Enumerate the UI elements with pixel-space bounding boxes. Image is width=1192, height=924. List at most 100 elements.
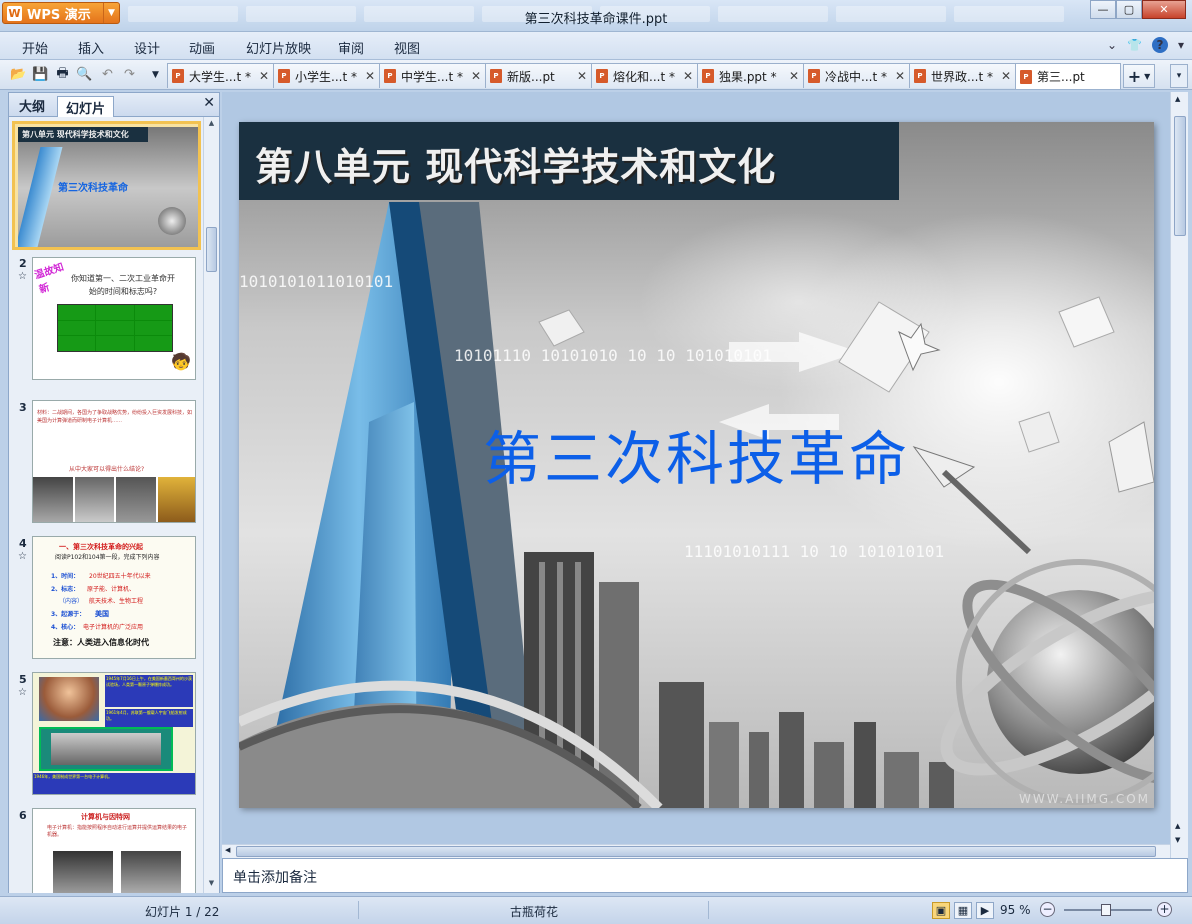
close-button[interactable]: ✕ xyxy=(1142,0,1186,19)
close-tab-icon[interactable]: ✕ xyxy=(1001,69,1011,83)
tab-slides[interactable]: 幻灯片 xyxy=(57,96,115,117)
next-slide-icon[interactable]: ▼ xyxy=(1175,836,1180,844)
editor-horizontal-scrollbar[interactable]: ◀ xyxy=(222,844,1170,858)
close-tab-icon[interactable]: ✕ xyxy=(895,69,905,83)
slide-title[interactable]: 第三次科技革命 xyxy=(239,412,1154,496)
prev-slide-icon[interactable]: ▲ xyxy=(1175,822,1180,830)
slide-thumbnail-1[interactable]: 第八单元 现代科学技术和文化 第三次科技革命 xyxy=(12,121,201,250)
print-preview-icon[interactable]: 🔍 xyxy=(76,66,93,83)
menu-slideshow[interactable]: 幻灯片放映 xyxy=(246,38,311,57)
zoom-in-button[interactable]: + xyxy=(1157,902,1172,917)
ppt-file-icon: P xyxy=(384,69,396,83)
scroll-thumb[interactable] xyxy=(206,227,217,272)
scroll-up-icon[interactable]: ▲ xyxy=(206,119,217,131)
atomic-cloud-image xyxy=(39,677,99,721)
animation-star-icon: ☆ xyxy=(18,551,27,562)
thumb4-heading: 一、第三次科技革命的兴起 xyxy=(59,543,143,551)
scroll-down-icon[interactable]: ▼ xyxy=(206,879,217,891)
menu-design[interactable]: 设计 xyxy=(134,38,160,57)
menu-animation[interactable]: 动画 xyxy=(189,38,215,57)
close-tab-icon[interactable]: ✕ xyxy=(471,69,481,83)
ppt-file-icon: P xyxy=(914,69,926,83)
zoom-slider-handle[interactable] xyxy=(1100,904,1111,916)
ppt-file-icon: P xyxy=(278,69,290,83)
open-folder-icon[interactable]: 📂 xyxy=(10,66,27,83)
slide-number: 6 xyxy=(19,809,27,822)
scroll-left-icon[interactable]: ◀ xyxy=(225,846,230,854)
slide-number: 2 xyxy=(19,257,27,270)
ribbon-collapse-icon[interactable]: ⌄ xyxy=(1107,38,1117,52)
doc-tab[interactable]: P 熔化和...t * ✕ xyxy=(591,63,698,88)
help-icon[interactable]: ? xyxy=(1151,37,1168,53)
slide-sorter-button[interactable]: ▦ xyxy=(954,902,972,919)
doc-tab[interactable]: P 独果.ppt * ✕ xyxy=(697,63,804,88)
normal-view-button[interactable]: ▣ xyxy=(932,902,950,919)
slide-header-text: 第八单元 现代科学技术和文化 xyxy=(255,145,777,189)
editor-vertical-scrollbar[interactable]: ▲ ▲ ▼ xyxy=(1170,92,1188,858)
menu-review[interactable]: 审阅 xyxy=(338,38,364,57)
thumb6-title: 计算机与因特网 xyxy=(81,813,130,821)
thumb3-text: 材料：二战期间，各国为了争取战略优势，纷纷投入巨资发展科技，如美国为计算弹道而研… xyxy=(37,410,193,424)
doc-tab[interactable]: P 小学生...t * ✕ xyxy=(273,63,380,88)
close-tab-icon[interactable]: ✕ xyxy=(683,69,693,83)
binary-text: 1010101011010101 xyxy=(239,272,394,291)
thumb6-text: 电子计算机：指能按照程序自动进行运算并提供运算结果的电子机器。 xyxy=(47,825,188,838)
doc-tab[interactable]: P 中学生...t * ✕ xyxy=(379,63,486,88)
pane-tabs: 大纲 幻灯片 ✕ xyxy=(9,93,219,117)
notes-placeholder: 单击添加备注 xyxy=(233,870,317,886)
slide-indicator: 幻灯片 1 / 22 xyxy=(145,905,220,919)
close-pane-icon[interactable]: ✕ xyxy=(203,95,215,111)
scroll-thumb[interactable] xyxy=(1174,116,1186,236)
doc-tab-active[interactable]: P 第三...pt xyxy=(1015,63,1121,89)
window-title: 第三次科技革命课件.ppt xyxy=(524,12,668,27)
menu-insert[interactable]: 插入 xyxy=(78,38,104,57)
menu-home[interactable]: 开始 xyxy=(22,38,48,57)
doc-tab[interactable]: P 冷战中...t * ✕ xyxy=(803,63,910,88)
slide-thumbnail-6[interactable]: 计算机与因特网 电子计算机：指能按照程序自动进行运算并提供运算结果的电子机器。 xyxy=(32,808,196,893)
notes-pane[interactable]: 单击添加备注 xyxy=(222,858,1188,893)
scroll-up-icon[interactable]: ▲ xyxy=(1175,95,1180,103)
print-icon[interactable]: 🖶 xyxy=(54,66,71,83)
slide-thumbnail-3[interactable]: 材料：二战期间，各国为了争取战略优势，纷纷投入巨资发展科技，如美国为计算弹道而研… xyxy=(32,400,196,523)
help-dropdown-icon[interactable]: ▾ xyxy=(1178,38,1184,52)
zoom-out-button[interactable]: − xyxy=(1040,902,1055,917)
doc-tab[interactable]: P 世界政...t * ✕ xyxy=(909,63,1016,88)
slideshow-button[interactable]: ▶ xyxy=(976,902,994,919)
scroll-thumb[interactable] xyxy=(236,846,1156,857)
tab-outline[interactable]: 大纲 xyxy=(15,96,49,115)
tab-list-icon[interactable]: ▾ xyxy=(1170,64,1188,88)
maximize-button[interactable]: ▢ xyxy=(1116,0,1142,19)
minimize-button[interactable]: — xyxy=(1090,0,1116,19)
new-tab-button[interactable]: + ▼ xyxy=(1123,64,1155,88)
thumb3-question: 从中大家可以得出什么结论? xyxy=(69,466,145,473)
slide-thumbnail-5[interactable]: 1945年7月16日上午，在美国新墨西哥州的沙漠试验场，人类第一颗原子弹爆炸成功… xyxy=(32,672,196,795)
animation-star-icon: ☆ xyxy=(18,687,27,698)
skin-icon[interactable]: 👕 xyxy=(1127,38,1142,52)
current-slide[interactable]: 第八单元 现代科学技术和文化 1010101011010101 10101110… xyxy=(239,122,1154,808)
doc-tab[interactable]: P 大学生...t * ✕ xyxy=(167,63,274,88)
undo-icon[interactable]: ↶ xyxy=(99,66,116,83)
binary-text: 10101110 10101010 10 10 101010101 xyxy=(454,346,772,365)
slide-thumbnail-2[interactable]: 温故知新 你知道第一、二次工业革命开始的时间和标志吗? 🧒 xyxy=(32,257,196,380)
customize-toolbar-icon[interactable]: ▼ xyxy=(147,66,164,83)
thumbnail-scrollbar[interactable]: ▲ ▼ xyxy=(203,117,219,893)
zoom-level: 95 % xyxy=(1000,903,1031,917)
ribbon-menu-bar: 开始 插入 设计 动画 幻灯片放映 审阅 视图 ⌄ 👕 ? ▾ xyxy=(0,32,1192,60)
doc-tab[interactable]: P 新版...pt ✕ xyxy=(485,63,592,88)
watermark-text: WWW.AIIMG.COM xyxy=(1019,792,1150,806)
thumb2-question: 你知道第一、二次工业革命开始的时间和标志吗? xyxy=(71,274,175,296)
menu-view[interactable]: 视图 xyxy=(394,38,420,57)
animation-star-icon: ☆ xyxy=(18,271,27,282)
slides-pane: 大纲 幻灯片 ✕ 1 第八单元 现代科学技术和文化 第三次科技革命 2 ☆ 温故… xyxy=(8,92,220,893)
close-tab-icon[interactable]: ✕ xyxy=(789,69,799,83)
save-icon[interactable]: 💾 xyxy=(32,66,49,83)
close-tab-icon[interactable]: ✕ xyxy=(365,69,375,83)
thumb1-header: 第八单元 现代科学技术和文化 xyxy=(22,130,129,139)
close-tab-icon[interactable]: ✕ xyxy=(259,69,269,83)
binary-text: 11101010111 10 10 101010101 xyxy=(684,542,945,561)
slide-thumbnail-4[interactable]: 一、第三次科技革命的兴起 阅读P102和104第一段，完成下列内容 1、时间： … xyxy=(32,536,196,659)
redo-icon[interactable]: ↷ xyxy=(121,66,138,83)
close-tab-icon[interactable]: ✕ xyxy=(577,69,587,83)
thumb4-note: 注意：人类进入信息化时代 xyxy=(53,638,149,647)
slide-number: 5 xyxy=(19,673,27,686)
